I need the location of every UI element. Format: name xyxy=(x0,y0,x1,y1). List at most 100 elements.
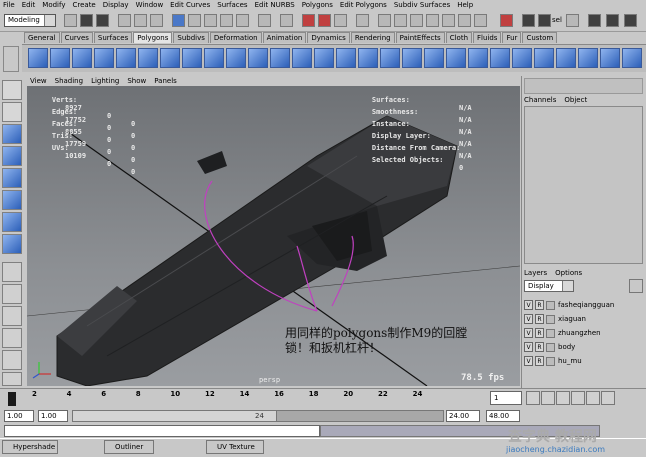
two-view-layout-icon[interactable] xyxy=(2,284,22,304)
layer-color-swatch[interactable] xyxy=(546,314,555,324)
shelf-tab[interactable]: General xyxy=(24,32,60,43)
options-menu[interactable]: Options xyxy=(555,269,582,279)
render-icon[interactable] xyxy=(302,14,315,27)
step-forward-icon[interactable] xyxy=(586,391,600,405)
tool-settings-icon[interactable] xyxy=(538,14,551,27)
shelf-tab[interactable]: PaintEffects xyxy=(395,32,445,43)
menu-item[interactable]: Subdiv Surfaces xyxy=(394,0,450,10)
node-a-icon[interactable] xyxy=(378,14,391,27)
poly-cleanup-icon[interactable] xyxy=(556,48,576,68)
panel-menu-item[interactable]: View xyxy=(30,77,47,85)
poly-boolean-icon[interactable] xyxy=(226,48,246,68)
snap-view-icon[interactable] xyxy=(236,14,249,27)
shelf-tab[interactable]: Curves xyxy=(60,32,93,43)
range-handle[interactable] xyxy=(72,410,277,422)
outliner-layout-icon[interactable] xyxy=(2,306,22,326)
poly-fill-hole-icon[interactable] xyxy=(314,48,334,68)
mask-icon[interactable] xyxy=(172,14,185,27)
node-f-icon[interactable] xyxy=(458,14,471,27)
layer-row[interactable]: V R zhuangzhen xyxy=(524,327,634,339)
menu-item[interactable]: Modify xyxy=(42,0,65,10)
ipr-render-icon[interactable] xyxy=(318,14,331,27)
layer-render-toggle[interactable]: R xyxy=(535,328,544,338)
layer-color-swatch[interactable] xyxy=(546,356,555,366)
playback-start-field[interactable]: 1.00 xyxy=(38,410,68,422)
play-backward-icon[interactable] xyxy=(556,391,570,405)
quick-select-icon[interactable] xyxy=(566,14,579,27)
select-by-hierarchy-icon[interactable] xyxy=(118,14,131,27)
taskbar-item-hypershade[interactable]: Hypershade xyxy=(2,440,58,454)
poly-plane-icon[interactable] xyxy=(116,48,136,68)
poly-cube-icon[interactable] xyxy=(50,48,70,68)
taskbar-item-uv-texture[interactable]: UV Texture ... xyxy=(206,440,264,457)
node-g-icon[interactable] xyxy=(474,14,487,27)
shelf-tab[interactable]: Custom xyxy=(522,32,558,43)
shelf-tab[interactable]: Cloth xyxy=(445,32,473,43)
menu-item[interactable]: Display xyxy=(103,0,129,10)
viewport[interactable]: Verts: 8927 0 0 Edges: 17752 0 0 Faces: … xyxy=(27,86,520,386)
poly-extract-icon[interactable] xyxy=(204,48,224,68)
node-b-icon[interactable] xyxy=(394,14,407,27)
poly-append-icon[interactable] xyxy=(336,48,356,68)
node-c-icon[interactable] xyxy=(410,14,423,27)
shelf-tab[interactable]: Fur xyxy=(502,32,522,43)
shelf-menu-button[interactable] xyxy=(3,46,19,72)
taskbar-item-outliner[interactable]: Outliner xyxy=(104,440,154,454)
snap-curve-icon[interactable] xyxy=(204,14,217,27)
layer-editor-toggle-icon[interactable] xyxy=(606,14,619,27)
poly-combine-icon[interactable] xyxy=(160,48,180,68)
layer-render-toggle[interactable]: R xyxy=(535,314,544,324)
chevron-down-icon[interactable] xyxy=(562,281,573,291)
poly-reduce-icon[interactable] xyxy=(534,48,554,68)
poly-sphere-icon[interactable] xyxy=(28,48,48,68)
poly-smooth-icon[interactable] xyxy=(248,48,268,68)
poly-normal-icon[interactable] xyxy=(600,48,620,68)
panel-toggle-icon[interactable] xyxy=(624,14,637,27)
animation-end-field[interactable]: 48.00 xyxy=(486,410,520,422)
node-d-icon[interactable] xyxy=(426,14,439,27)
shelf-tab[interactable]: Polygons xyxy=(133,32,173,43)
object-menu[interactable]: Object xyxy=(564,96,587,106)
shelf-tab[interactable]: Surfaces xyxy=(93,32,133,43)
poly-wedge-icon[interactable] xyxy=(468,48,488,68)
layer-visibility-toggle[interactable]: V xyxy=(524,328,533,338)
menu-item[interactable]: Edit Curves xyxy=(170,0,210,10)
move-tool-icon[interactable] xyxy=(2,124,22,144)
layer-row[interactable]: V R body xyxy=(524,341,634,353)
go-to-start-icon[interactable] xyxy=(526,391,540,405)
layer-visibility-toggle[interactable]: V xyxy=(524,342,533,352)
layers-menu[interactable]: Layers xyxy=(524,269,547,279)
scale-tool-icon[interactable] xyxy=(2,168,22,188)
single-view-layout-icon[interactable] xyxy=(2,262,22,282)
poly-split-icon[interactable] xyxy=(358,48,378,68)
menu-item[interactable]: Create xyxy=(72,0,95,10)
panel-menu-item[interactable]: Show xyxy=(127,77,146,85)
open-scene-icon[interactable] xyxy=(80,14,93,27)
menu-item[interactable]: Polygons xyxy=(302,0,333,10)
attribute-editor-icon[interactable] xyxy=(522,14,535,27)
go-to-end-icon[interactable] xyxy=(601,391,615,405)
poly-merge-icon[interactable] xyxy=(424,48,444,68)
layer-render-toggle[interactable]: R xyxy=(535,356,544,366)
layer-color-swatch[interactable] xyxy=(546,300,555,310)
menu-item[interactable]: File xyxy=(3,0,15,10)
layer-render-toggle[interactable]: R xyxy=(535,300,544,310)
shelf-tab[interactable]: Animation xyxy=(262,32,307,43)
shelf-tab[interactable]: Subdivs xyxy=(173,32,209,43)
layer-color-swatch[interactable] xyxy=(546,342,555,352)
select-by-component-icon[interactable] xyxy=(150,14,163,27)
render-globals-icon[interactable] xyxy=(334,14,347,27)
poly-subdiv-icon[interactable] xyxy=(622,48,642,68)
input-output-icon[interactable] xyxy=(356,14,369,27)
snap-grid-icon[interactable] xyxy=(188,14,201,27)
layer-visibility-toggle[interactable]: V xyxy=(524,356,533,366)
poly-quadrangulate-icon[interactable] xyxy=(292,48,312,68)
poly-collapse-icon[interactable] xyxy=(446,48,466,68)
poly-extrude-icon[interactable] xyxy=(380,48,400,68)
shelf-tab[interactable]: Fluids xyxy=(473,32,502,43)
step-back-icon[interactable] xyxy=(541,391,555,405)
menu-item[interactable]: Edit Polygons xyxy=(340,0,387,10)
channel-box-content[interactable] xyxy=(524,106,643,264)
create-layer-icon[interactable] xyxy=(629,279,643,293)
layer-row[interactable]: V R hu_mu xyxy=(524,355,634,367)
